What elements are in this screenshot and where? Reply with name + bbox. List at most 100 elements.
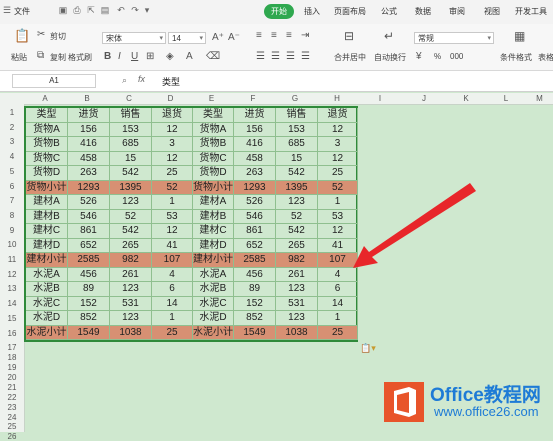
table-cell[interactable]: 53 [318,209,358,224]
table-cell[interactable]: 261 [276,267,318,282]
row-number[interactable]: 26 [0,432,24,441]
align-right-icon[interactable]: ☰ [286,51,295,63]
table-cell[interactable]: 265 [110,238,152,253]
fill-color-icon[interactable]: ◈ [166,51,174,63]
row-number[interactable]: 16 [0,329,24,338]
table-cell[interactable]: 货物D [193,166,234,181]
table-cell[interactable]: 458 [234,151,276,166]
table-cell[interactable]: 1395 [110,180,152,195]
table-cell[interactable]: 建材小计 [193,253,234,268]
tab-developer[interactable]: 开发工具 [515,5,547,19]
table-cell[interactable]: 4 [152,267,193,282]
table-cell[interactable]: 水泥C [193,296,234,311]
table-cell[interactable]: 1293 [68,180,110,195]
wrap-text-icon[interactable]: ↵ [384,30,394,42]
row-number[interactable]: 8 [0,211,24,220]
align-middle-icon[interactable]: ≡ [271,30,277,42]
wrap-text-button[interactable]: 自动换行 [374,52,406,63]
zoom-search-icon[interactable]: ⌕ [122,75,127,86]
undo-icon[interactable]: ↶ [116,5,126,15]
table-cell[interactable]: 14 [318,296,358,311]
row-number[interactable]: 24 [0,413,24,422]
column-d[interactable]: D [150,93,191,104]
table-cell[interactable]: 526 [234,195,276,210]
table-cell[interactable]: 1549 [234,325,276,340]
table-cell[interactable]: 123 [276,195,318,210]
table-cell[interactable]: 52 [110,209,152,224]
row-number[interactable]: 15 [0,314,24,323]
table-cell[interactable]: 12 [318,151,358,166]
table-cell[interactable]: 水泥D [26,311,68,326]
table-cell[interactable]: 1 [318,195,358,210]
table-cell[interactable]: 2585 [68,253,110,268]
conditional-format-button[interactable]: 条件格式 [500,52,532,63]
row-number[interactable]: 6 [0,182,24,191]
table-cell[interactable]: 89 [68,282,110,297]
table-cell[interactable]: 建材A [193,195,234,210]
table-cell[interactable]: 852 [68,311,110,326]
table-cell[interactable]: 53 [152,209,193,224]
table-cell[interactable]: 41 [318,238,358,253]
cut-button[interactable]: 剪切 [50,31,66,42]
table-cell[interactable]: 107 [318,253,358,268]
table-cell[interactable]: 建材D [193,238,234,253]
table-cell[interactable]: 水泥C [26,296,68,311]
row-number[interactable]: 4 [0,152,24,161]
row-number[interactable]: 23 [0,403,24,412]
table-cell[interactable]: 水泥A [193,267,234,282]
table-cell[interactable]: 水泥B [26,282,68,297]
bold-icon[interactable]: B [104,51,111,63]
table-cell[interactable]: 15 [110,151,152,166]
paste-icon[interactable]: 📋 [14,29,30,42]
table-cell[interactable]: 建材D [26,238,68,253]
justify-icon[interactable]: ☰ [301,51,310,63]
table-cell[interactable]: 41 [152,238,193,253]
table-cell[interactable]: 1 [152,311,193,326]
tab-data[interactable]: 数据 [415,5,431,19]
row-number[interactable]: 13 [0,284,24,293]
align-top-icon[interactable]: ≡ [256,30,262,42]
underline-icon[interactable]: U [131,51,138,63]
font-size-select[interactable]: 14 ▾ [168,32,206,44]
row-number[interactable]: 10 [0,240,24,249]
clear-format-icon[interactable]: ⌫ [206,51,220,63]
column-i[interactable]: I [358,93,402,104]
fx-icon[interactable]: fx [138,74,145,84]
row-number[interactable]: 11 [0,255,24,264]
table-cell[interactable]: 458 [68,151,110,166]
table-cell[interactable]: 货物C [193,151,234,166]
table-cell[interactable]: 123 [110,311,152,326]
table-cell[interactable]: 6 [152,282,193,297]
row-number[interactable]: 19 [0,363,24,372]
table-cell[interactable]: 25 [152,325,193,340]
column-l[interactable]: L [486,93,526,104]
merge-center-icon[interactable]: ⊟ [344,30,354,42]
table-cell[interactable]: 货物C [26,151,68,166]
table-cell[interactable]: 水泥B [193,282,234,297]
table-cell[interactable]: 3 [318,137,358,152]
table-cell[interactable]: 685 [276,137,318,152]
header-cell[interactable]: 进货 [68,108,110,123]
column-h[interactable]: H [316,93,358,104]
save-icon[interactable]: ▣ [58,5,68,15]
row-number[interactable]: 7 [0,196,24,205]
table-cell[interactable]: 1038 [110,325,152,340]
align-bottom-icon[interactable]: ≡ [286,30,292,42]
table-cell[interactable]: 建材C [26,224,68,239]
column-k[interactable]: K [446,93,486,104]
redo-icon[interactable]: ↷ [130,5,140,15]
table-cell[interactable]: 水泥D [193,311,234,326]
table-cell[interactable]: 货物小计 [193,180,234,195]
indent-icon[interactable]: ⇥ [301,30,309,42]
table-cell[interactable]: 货物B [193,137,234,152]
row-number[interactable]: 5 [0,167,24,176]
table-cell[interactable]: 12 [152,122,193,137]
percent-button[interactable]: % [434,52,441,61]
row-number[interactable]: 3 [0,137,24,146]
table-cell[interactable]: 531 [276,296,318,311]
table-cell[interactable]: 52 [276,209,318,224]
table-cell[interactable]: 852 [234,311,276,326]
column-a[interactable]: A [24,93,66,104]
row-number[interactable]: 18 [0,353,24,362]
column-f[interactable]: F [232,93,274,104]
